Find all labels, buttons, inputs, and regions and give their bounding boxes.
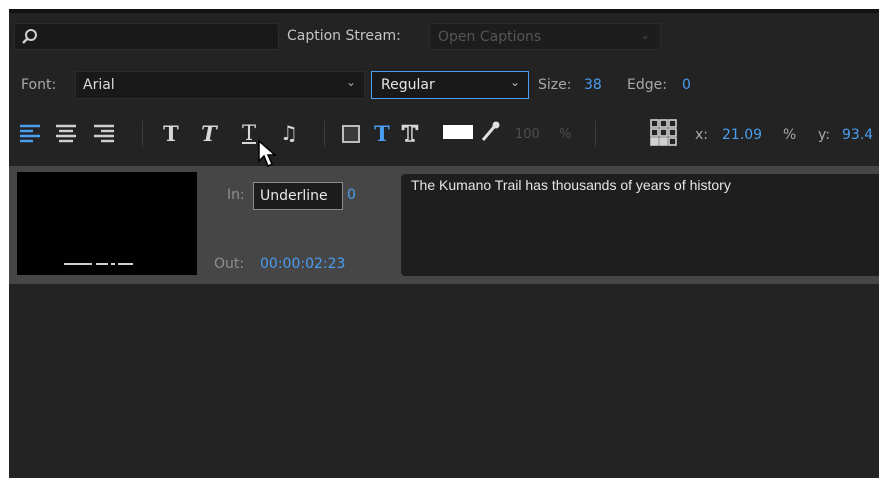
caption-stream-dropdown[interactable]: Open Captions ⌄ bbox=[429, 23, 661, 50]
chevron-down-icon: ⌄ bbox=[639, 28, 650, 42]
y-label: y: bbox=[818, 127, 830, 143]
size-value[interactable]: 38 bbox=[584, 77, 602, 93]
underline-tooltip: Underline bbox=[253, 182, 343, 210]
caption-text-field[interactable]: The Kumano Trail has thousands of years … bbox=[401, 174, 879, 276]
align-right-icon[interactable] bbox=[93, 123, 115, 143]
caption-row[interactable]: In: 0 Underline Out: 00:00:02:23 The Kum… bbox=[9, 166, 879, 284]
position-grid-icon[interactable] bbox=[649, 118, 679, 148]
out-label: Out: bbox=[214, 256, 245, 272]
music-note-icon[interactable]: ♫ bbox=[277, 119, 301, 147]
toolbar-separator bbox=[595, 121, 596, 147]
thumbnail-caption-line bbox=[111, 263, 115, 265]
chevron-down-icon: ⌄ bbox=[509, 75, 520, 89]
captions-panel: Caption Stream: Open Captions ⌄ Font: Ar… bbox=[9, 9, 879, 478]
outline-text-icon[interactable]: T bbox=[397, 119, 423, 147]
panel-top-edge bbox=[9, 9, 879, 13]
search-input[interactable] bbox=[14, 23, 279, 50]
bold-icon[interactable]: T bbox=[159, 119, 183, 147]
font-dropdown[interactable]: Arial ⌄ bbox=[75, 71, 365, 99]
mouse-cursor bbox=[258, 139, 277, 168]
thumbnail-caption-line bbox=[96, 263, 108, 265]
x-label: x: bbox=[695, 127, 709, 143]
background-box-icon[interactable] bbox=[342, 125, 360, 143]
tooltip-text: Underline bbox=[260, 188, 328, 204]
out-timecode[interactable]: 00:00:02:23 bbox=[260, 256, 345, 272]
opacity-value[interactable]: 100 bbox=[515, 127, 540, 142]
font-label: Font: bbox=[21, 77, 57, 93]
x-value[interactable]: 21.09 bbox=[722, 127, 762, 143]
eyedropper-icon[interactable] bbox=[479, 120, 501, 144]
y-value[interactable]: 93.4 bbox=[842, 127, 873, 143]
text-color-icon[interactable]: T bbox=[371, 119, 393, 147]
in-timecode[interactable]: 0 bbox=[347, 187, 356, 203]
color-swatch[interactable] bbox=[443, 125, 473, 139]
toolbar-separator bbox=[324, 121, 325, 147]
edge-label: Edge: bbox=[627, 77, 667, 93]
thumbnail-caption-line bbox=[64, 263, 92, 265]
caption-stream-value: Open Captions bbox=[438, 29, 542, 45]
edge-value[interactable]: 0 bbox=[682, 77, 691, 93]
x-unit: % bbox=[783, 127, 797, 143]
italic-icon[interactable]: T bbox=[197, 119, 221, 147]
font-style-dropdown[interactable]: Regular ⌄ bbox=[371, 71, 529, 99]
chevron-down-icon: ⌄ bbox=[345, 75, 356, 89]
font-value: Arial bbox=[83, 77, 115, 93]
opacity-unit: % bbox=[559, 127, 572, 142]
align-left-icon[interactable] bbox=[19, 123, 41, 143]
align-center-icon[interactable] bbox=[55, 123, 77, 143]
search-icon bbox=[22, 29, 37, 44]
thumbnail-caption-line bbox=[118, 263, 133, 265]
font-style-value: Regular bbox=[381, 77, 435, 93]
toolbar-separator bbox=[142, 121, 143, 147]
in-label: In: bbox=[227, 187, 245, 203]
caption-text: The Kumano Trail has thousands of years … bbox=[411, 177, 731, 193]
size-label: Size: bbox=[538, 77, 572, 93]
caption-thumbnail bbox=[17, 172, 197, 275]
caption-stream-label: Caption Stream: bbox=[287, 28, 401, 44]
